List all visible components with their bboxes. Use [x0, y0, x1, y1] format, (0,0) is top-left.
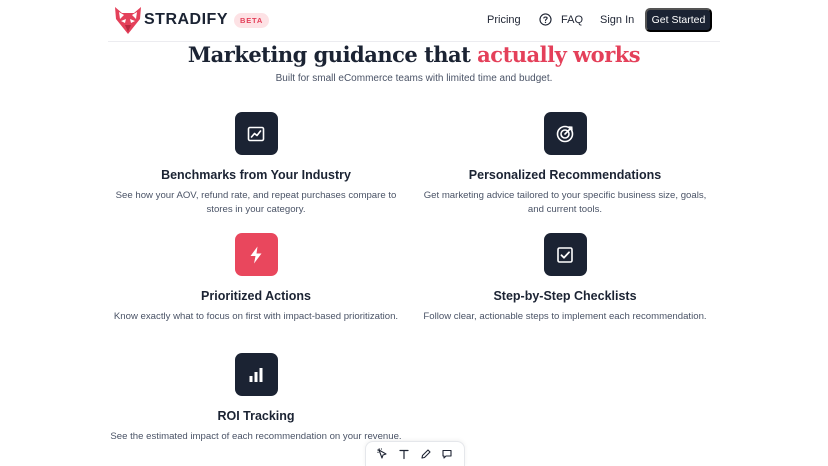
- target-icon: [556, 125, 574, 142]
- hero-subtitle: Built for small eCommerce teams with lim…: [275, 73, 553, 84]
- logo[interactable]: STRADIFY BETA: [114, 5, 270, 35]
- feature-card-checklists: Step-by-Step Checklists Follow clear, ac…: [415, 233, 715, 324]
- nav-pricing-link[interactable]: Pricing: [487, 14, 521, 26]
- chart-line-icon: [247, 126, 265, 141]
- feature-card-prioritized: Prioritized Actions Know exactly what to…: [106, 233, 406, 324]
- feature-description: Know exactly what to focus on first with…: [113, 311, 399, 322]
- hero-title-accent: actually works: [477, 42, 641, 67]
- feature-title: Step-by-Step Checklists: [493, 289, 637, 303]
- feature-title: Prioritized Actions: [201, 289, 311, 303]
- beta-badge: BETA: [234, 12, 270, 28]
- hero-title-main: Marketing guidance that: [187, 42, 478, 67]
- checkbox-icon: [557, 246, 573, 263]
- nav-sign-in-link[interactable]: Sign In: [600, 14, 634, 26]
- comment-tool-button[interactable]: [440, 447, 454, 461]
- pen-tool-button[interactable]: [419, 447, 433, 461]
- lightning-icon: [250, 246, 262, 263]
- fox-logo-icon: [115, 7, 141, 34]
- feature-card-benchmarks: Benchmarks from Your Industry See how yo…: [106, 112, 406, 216]
- comment-tool-icon: [442, 449, 452, 459]
- nav-faq-link[interactable]: FAQ: [561, 14, 583, 26]
- text-tool-icon: [399, 449, 409, 460]
- bar-chart-icon: [249, 367, 263, 382]
- brand-name: STRADIFY: [144, 11, 228, 28]
- feature-icon-tile: [234, 112, 278, 155]
- feature-title: Personalized Recommendations: [468, 168, 662, 182]
- feature-icon-tile: [234, 233, 278, 276]
- help-circle-icon[interactable]: [539, 13, 552, 26]
- feature-description: Get marketing advice tailored to your sp…: [423, 190, 707, 215]
- hero-title: Marketing guidance that actually works: [0, 42, 828, 67]
- select-tool-button[interactable]: [376, 447, 390, 461]
- feature-description: See how your AOV, refund rate, and repea…: [115, 190, 397, 215]
- feature-icon-tile: [234, 353, 278, 396]
- feature-icon-tile: [543, 233, 587, 276]
- top-nav: STRADIFY BETA Pricing FAQ Sign In Get St…: [0, 0, 828, 42]
- feature-card-roi: ROI Tracking See the estimated impact of…: [106, 353, 406, 444]
- feature-title: Benchmarks from Your Industry: [161, 168, 351, 182]
- get-started-button[interactable]: Get Started: [645, 8, 712, 32]
- feature-title: ROI Tracking: [217, 409, 295, 423]
- text-tool-button[interactable]: [397, 447, 411, 461]
- pen-tool-icon: [421, 449, 431, 459]
- feature-description: See the estimated impact of each recomme…: [110, 431, 402, 442]
- feature-description: Follow clear, actionable steps to implem…: [423, 311, 707, 322]
- select-tool-icon: [377, 448, 387, 459]
- annotation-toolbar: [365, 441, 465, 466]
- feature-card-recommendations: Personalized Recommendations Get marketi…: [415, 112, 715, 216]
- feature-icon-tile: [543, 112, 587, 155]
